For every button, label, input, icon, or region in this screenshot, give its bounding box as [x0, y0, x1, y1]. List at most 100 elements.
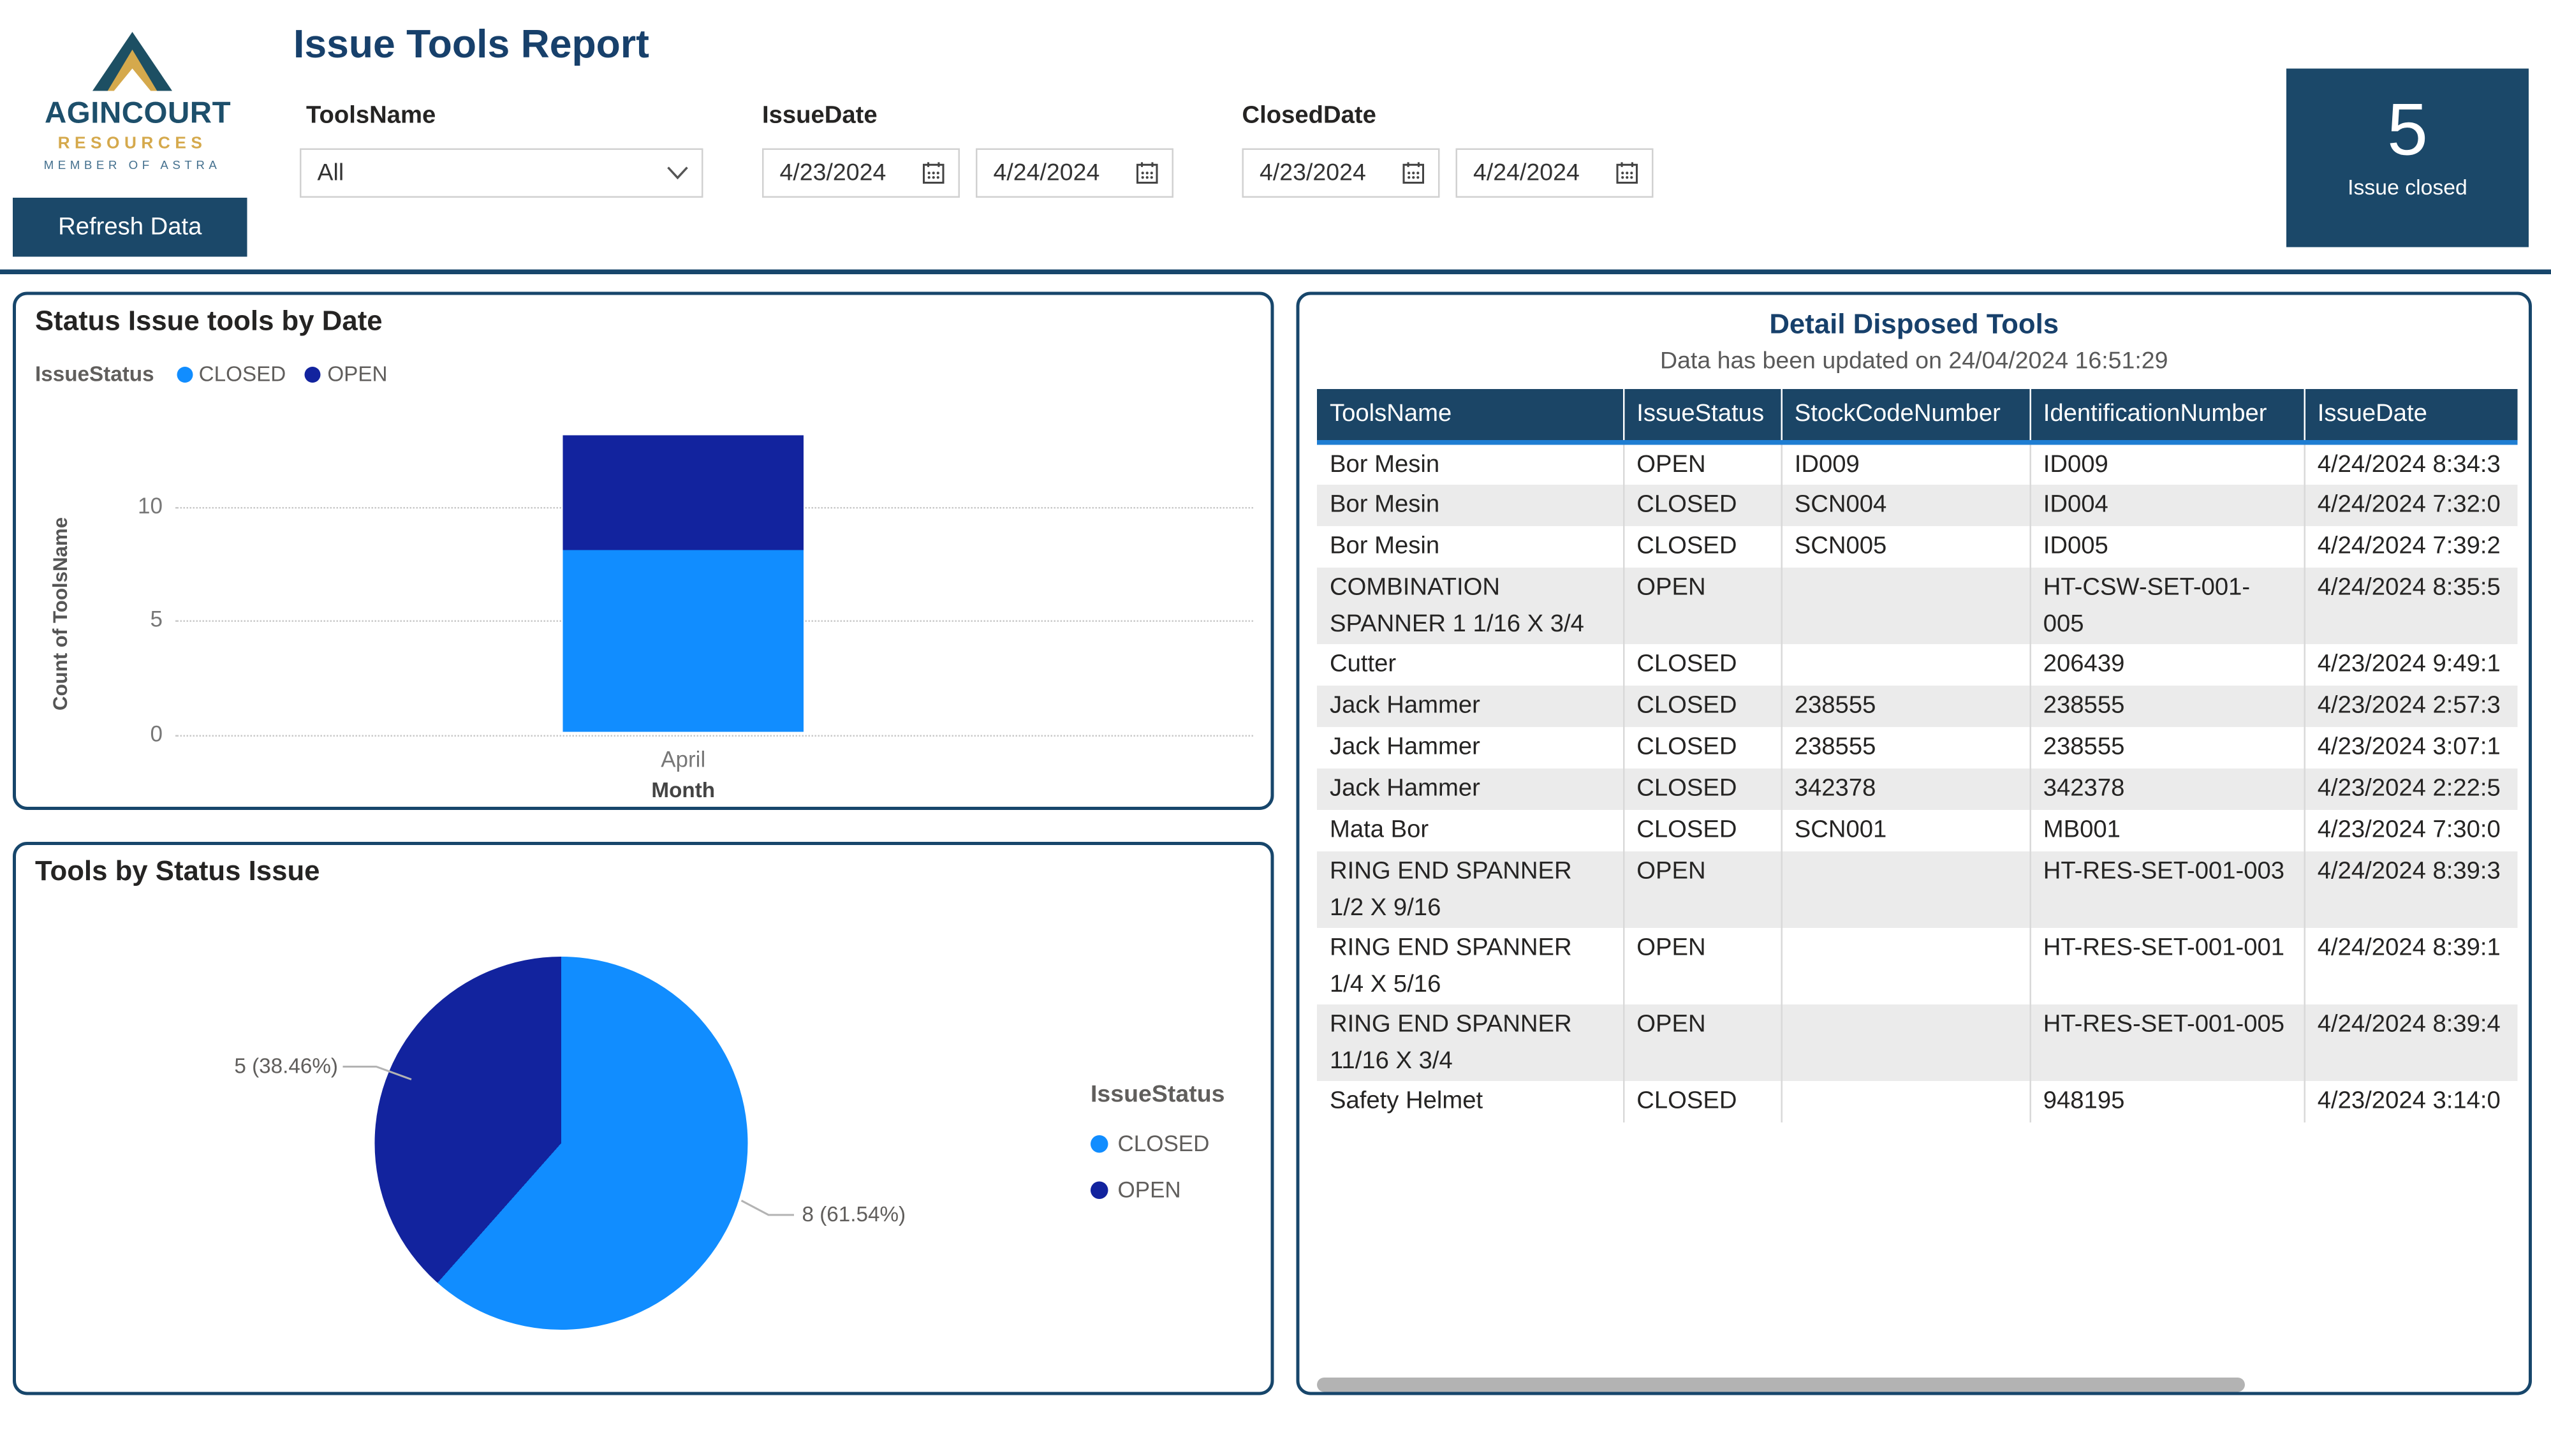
legend-title: IssueStatus	[1091, 1081, 1228, 1108]
table-cell: OPEN	[1623, 851, 1781, 928]
horizontal-scrollbar[interactable]	[1317, 1378, 2245, 1392]
report-page: AGINCOURT RESOURCES MEMBER OF ASTRA Issu…	[0, 0, 2551, 1456]
logo-text-member: MEMBER OF ASTRA	[38, 158, 226, 173]
table-cell: Mata Bor	[1317, 810, 1623, 851]
kpi-label: Issue closed	[2286, 175, 2529, 200]
table-cell: MB001	[2030, 810, 2304, 851]
bar-segment-closed[interactable]	[563, 550, 804, 732]
legend-label: CLOSED	[199, 362, 286, 386]
pie-data-label-open: 5 (38.46%)	[80, 1054, 338, 1078]
column-header-toolsname[interactable]: ToolsName	[1317, 389, 1623, 443]
table-row[interactable]: RING END SPANNER 11/16 X 3/4OPENHT-RES-S…	[1317, 1004, 2518, 1081]
table-cell: SCN005	[1781, 526, 2030, 568]
table-cell: 4/23/2024 3:14:0	[2304, 1081, 2518, 1122]
y-axis-title: Count of ToolsName	[50, 517, 72, 710]
issuedate-filter-label: IssueDate	[762, 102, 878, 131]
table-cell	[1781, 851, 2030, 928]
table-cell: 4/23/2024 9:49:1	[2304, 644, 2518, 686]
issuedate-from-input[interactable]: 4/23/2024	[762, 149, 960, 198]
issuedate-to-input[interactable]: 4/24/2024	[976, 149, 1173, 198]
table-cell: CLOSED	[1623, 644, 1781, 686]
table-cell: RING END SPANNER 11/16 X 3/4	[1317, 1004, 1623, 1081]
table-cell: 4/24/2024 8:39:3	[2304, 851, 2518, 928]
table-header-row: ToolsName IssueStatus StockCodeNumber Id…	[1317, 389, 2518, 443]
column-header-issuedate[interactable]: IssueDate	[2304, 389, 2518, 443]
table-cell: Jack Hammer	[1317, 686, 1623, 727]
table-cell: HT-RES-SET-001-003	[2030, 851, 2304, 928]
closeddate-to-input[interactable]: 4/24/2024	[1456, 149, 1654, 198]
table-cell: ID005	[2030, 526, 2304, 568]
table-cell: 4/23/2024 2:22:5	[2304, 768, 2518, 810]
legend-item-open[interactable]: OPEN	[1091, 1177, 1209, 1202]
table-row[interactable]: Jack HammerCLOSED3423783423784/23/2024 2…	[1317, 768, 2518, 810]
table-row[interactable]: Mata BorCLOSEDSCN001MB0014/23/2024 7:30:…	[1317, 810, 2518, 851]
pie-chart[interactable]	[375, 957, 748, 1330]
calendar-icon	[1615, 161, 1640, 186]
table-cell: 4/24/2024 7:32:0	[2304, 485, 2518, 526]
logo-text-resources: RESOURCES	[45, 134, 220, 153]
y-tick-0: 0	[108, 721, 163, 746]
x-category-label: April	[563, 746, 804, 772]
legend-label: OPEN	[1118, 1177, 1181, 1202]
table-cell: 4/24/2024 8:34:3	[2304, 443, 2518, 485]
x-axis-title: Month	[563, 778, 804, 802]
table-cell: 342378	[1781, 768, 2030, 810]
toolsname-dropdown[interactable]: All	[300, 149, 703, 198]
table-row[interactable]: RING END SPANNER 1/4 X 5/16OPENHT-RES-SE…	[1317, 928, 2518, 1004]
table-row[interactable]: CutterCLOSED2064394/23/2024 9:49:1	[1317, 644, 2518, 686]
table-cell: 948195	[2030, 1081, 2304, 1122]
kpi-card-issue-closed: 5 Issue closed	[2286, 69, 2529, 247]
closeddate-filter-label: ClosedDate	[1242, 102, 1376, 131]
table-cell: ID004	[2030, 485, 2304, 526]
column-header-identificationnumber[interactable]: IdentificationNumber	[2030, 389, 2304, 443]
table-row[interactable]: Bor MesinOPENID009ID0094/24/2024 8:34:3	[1317, 443, 2518, 485]
pie-chart-legend: IssueStatus CLOSED OPEN	[1091, 1081, 1228, 1223]
table-row[interactable]: Jack HammerCLOSED2385552385554/23/2024 2…	[1317, 686, 2518, 727]
table-cell: 238555	[2030, 727, 2304, 768]
table-cell: CLOSED	[1623, 768, 1781, 810]
table-cell: CLOSED	[1623, 727, 1781, 768]
table-cell: 342378	[2030, 768, 2304, 810]
table-cell	[1781, 1004, 2030, 1081]
table-cell: SCN004	[1781, 485, 2030, 526]
table-cell: CLOSED	[1623, 485, 1781, 526]
table-row[interactable]: RING END SPANNER 1/2 X 9/16OPENHT-RES-SE…	[1317, 851, 2518, 928]
bar-segment-open[interactable]	[563, 436, 804, 550]
table-cell: 4/23/2024 3:07:1	[2304, 727, 2518, 768]
table-cell: CLOSED	[1623, 526, 1781, 568]
y-tick-10: 10	[108, 493, 163, 518]
closeddate-from-input[interactable]: 4/23/2024	[1242, 149, 1440, 198]
chevron-down-icon	[666, 166, 689, 180]
table-cell: Jack Hammer	[1317, 768, 1623, 810]
issuedate-to-value: 4/24/2024	[978, 159, 1136, 187]
table-row[interactable]: Bor MesinCLOSEDSCN005ID0054/24/2024 7:39…	[1317, 526, 2518, 568]
table-row[interactable]: Jack HammerCLOSED2385552385554/23/2024 3…	[1317, 727, 2518, 768]
legend-item-closed[interactable]: CLOSED	[177, 362, 286, 386]
table-cell: COMBINATION SPANNER 1 1/16 X 3/4	[1317, 568, 1623, 644]
table-row[interactable]: COMBINATION SPANNER 1 1/16 X 3/4OPENHT-C…	[1317, 568, 2518, 644]
table-cell: Bor Mesin	[1317, 443, 1623, 485]
bar-chart-title: Status Issue tools by Date	[35, 305, 383, 339]
pie-data-label-closed: 8 (61.54%)	[802, 1202, 906, 1226]
column-header-issuestatus[interactable]: IssueStatus	[1623, 389, 1781, 443]
column-header-stockcodenumber[interactable]: StockCodeNumber	[1781, 389, 2030, 443]
table-cell: Bor Mesin	[1317, 485, 1623, 526]
detail-table: ToolsName IssueStatus StockCodeNumber Id…	[1317, 389, 2518, 1122]
table-cell: HT-RES-SET-001-001	[2030, 928, 2304, 1004]
table-cell	[1781, 644, 2030, 686]
table-cell	[1781, 1081, 2030, 1122]
issuedate-from-value: 4/23/2024	[764, 159, 922, 187]
legend-item-open[interactable]: OPEN	[305, 362, 387, 386]
table-cell: OPEN	[1623, 1004, 1781, 1081]
table-cell: 238555	[1781, 686, 2030, 727]
legend-label: OPEN	[327, 362, 387, 386]
legend-item-closed[interactable]: CLOSED	[1091, 1131, 1209, 1156]
table-row[interactable]: Bor MesinCLOSEDSCN004ID0044/24/2024 7:32…	[1317, 485, 2518, 526]
refresh-data-button[interactable]: Refresh Data	[13, 198, 247, 257]
table-cell: CLOSED	[1623, 686, 1781, 727]
open-dot-icon	[305, 366, 321, 382]
pie-chart-title: Tools by Status Issue	[35, 855, 320, 888]
closed-dot-icon	[177, 366, 193, 382]
table-cell: 4/23/2024 2:57:3	[2304, 686, 2518, 727]
table-row[interactable]: Safety HelmetCLOSED9481954/23/2024 3:14:…	[1317, 1081, 2518, 1122]
